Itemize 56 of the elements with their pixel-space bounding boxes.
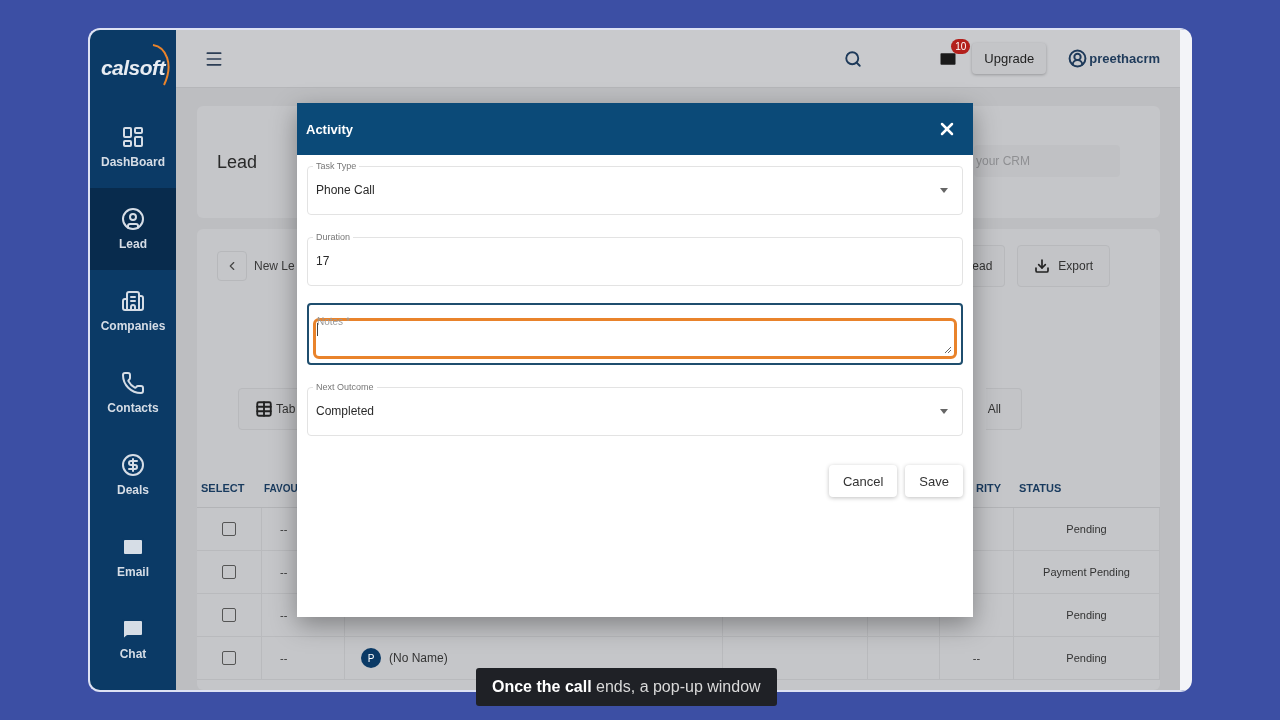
select-field[interactable]: Next Outcome Completed [307, 382, 963, 436]
avatar: P [361, 648, 381, 668]
user-icon[interactable] [1068, 49, 1088, 68]
sidebar-item[interactable]: Chat [90, 598, 176, 680]
view-button[interactable]: All [985, 388, 1022, 430]
building-icon [121, 289, 145, 313]
sidebar-item[interactable]: Contacts [90, 352, 176, 434]
dashboard-icon [121, 125, 145, 149]
field-label: Task Type [315, 161, 358, 171]
sidebar-item[interactable]: Deals [90, 434, 176, 516]
upgrade-button[interactable]: Upgrade [972, 43, 1047, 74]
table-cell: Pending [1014, 594, 1160, 637]
download-icon [1034, 258, 1051, 274]
select-field[interactable]: Task Type Phone Call [307, 161, 963, 215]
notification-badge: 10 [951, 38, 971, 54]
search-icon[interactable] [844, 49, 863, 68]
table-cell [868, 637, 940, 680]
column-header: SELECT [201, 482, 245, 494]
row-checkbox[interactable] [222, 651, 236, 665]
table-cell: Pending [1014, 508, 1160, 551]
table-cell: Pending [1014, 637, 1160, 680]
phone-icon [121, 371, 145, 395]
field-label: Duration [315, 232, 352, 242]
table-cell: -- [940, 637, 1014, 680]
column-header: STATUS [1019, 482, 1062, 494]
resize-handle-icon[interactable] [944, 346, 951, 353]
user-name[interactable]: preethacrm [1089, 51, 1160, 66]
breadcrumb-text: New Le [254, 259, 295, 273]
column-header: FAVOU [264, 482, 298, 494]
field-value: 17 [316, 254, 331, 268]
row-checkbox[interactable] [222, 565, 236, 579]
action-button[interactable]: ead [972, 245, 1006, 287]
field-value: Phone Call [316, 183, 376, 197]
caption-text: Once the call ends, a pop-up window [492, 678, 761, 696]
name-text: (No Name) [389, 651, 448, 665]
table-cell: -- [262, 637, 345, 680]
dropdown-caret-icon [940, 187, 948, 193]
export-button[interactable]: Export [1017, 245, 1110, 287]
sidebar-item[interactable]: Email [90, 516, 176, 598]
row-checkbox[interactable] [222, 522, 236, 536]
dollar-icon [121, 453, 145, 477]
save-button[interactable]: Save [905, 465, 963, 497]
sidebar-item[interactable]: Lead [90, 188, 176, 270]
dialog-title: Activity [306, 121, 353, 137]
cancel-button[interactable]: Cancel [828, 465, 898, 497]
sidebar-item[interactable]: Companies [90, 270, 176, 352]
column-header: RITY [976, 482, 1002, 494]
input-field[interactable]: Duration 17 [307, 232, 963, 286]
page-title: Lead [217, 151, 258, 173]
sidebar-item[interactable]: DashBoard [90, 106, 176, 188]
table-cell: Payment Pending [1014, 551, 1160, 594]
logo: calsoft [100, 56, 166, 80]
dropdown-caret-icon [940, 408, 948, 414]
table-icon [255, 400, 273, 418]
row-checkbox[interactable] [222, 608, 236, 622]
user-icon [121, 207, 145, 231]
